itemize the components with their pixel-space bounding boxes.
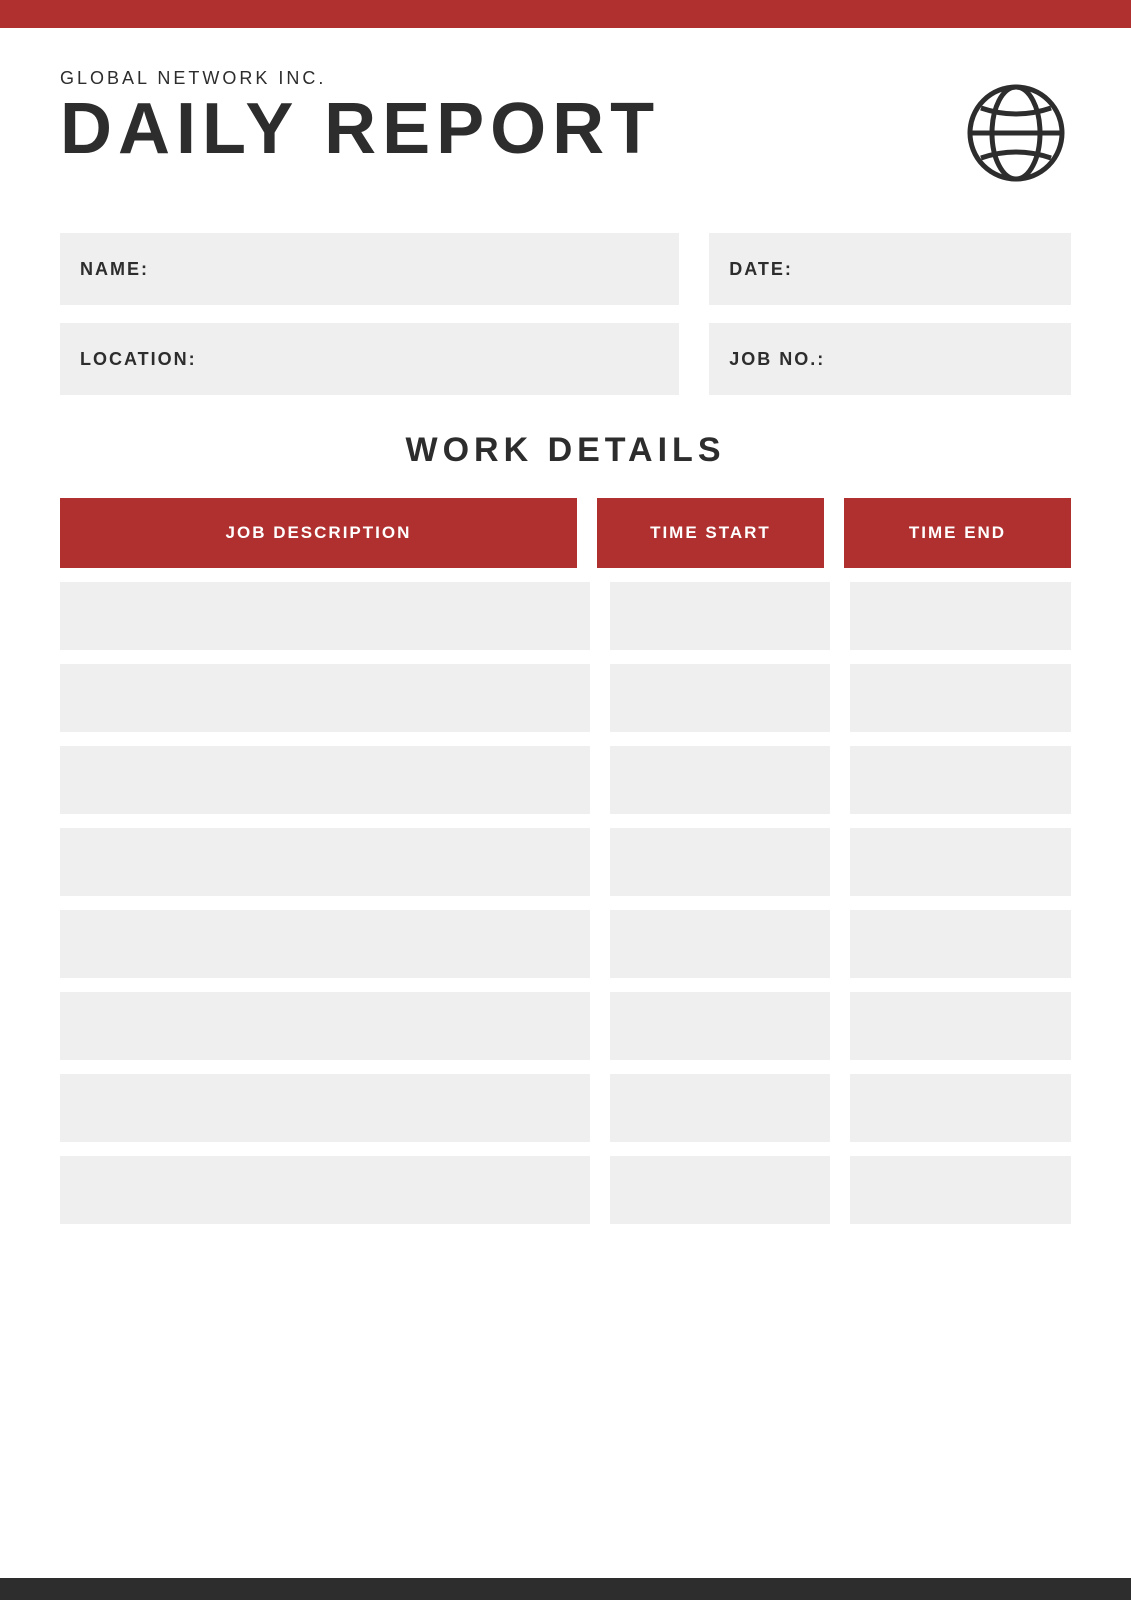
report-title: DAILY REPORT: [60, 93, 660, 165]
table-row: [60, 910, 1071, 978]
cell-description-4[interactable]: [60, 828, 590, 896]
cell-description-5[interactable]: [60, 910, 590, 978]
work-details-title: WORK DETAILS: [60, 431, 1071, 470]
col-header-description: JOB DESCRIPTION: [60, 498, 577, 568]
work-table: JOB DESCRIPTION TIME START TIME END: [60, 498, 1071, 1224]
job-no-field[interactable]: JOB NO.:: [709, 323, 1071, 395]
header-left: GLOBAL NETWORK INC. DAILY REPORT: [60, 68, 660, 165]
cell-time-start-1[interactable]: [610, 582, 831, 650]
cell-time-end-4[interactable]: [850, 828, 1071, 896]
col-header-time-start: TIME START: [597, 498, 824, 568]
cell-time-end-1[interactable]: [850, 582, 1071, 650]
table-row: [60, 1156, 1071, 1224]
cell-time-end-8[interactable]: [850, 1156, 1071, 1224]
location-label: LOCATION:: [80, 349, 197, 370]
cell-time-end-5[interactable]: [850, 910, 1071, 978]
field-row-2: LOCATION: JOB NO.:: [60, 323, 1071, 395]
cell-time-start-2[interactable]: [610, 664, 831, 732]
cell-time-start-8[interactable]: [610, 1156, 831, 1224]
header-section: GLOBAL NETWORK INC. DAILY REPORT: [60, 68, 1071, 193]
table-row: [60, 746, 1071, 814]
cell-time-start-3[interactable]: [610, 746, 831, 814]
cell-time-start-4[interactable]: [610, 828, 831, 896]
col-header-time-end: TIME END: [844, 498, 1071, 568]
field-row-1: NAME: DATE:: [60, 233, 1071, 305]
cell-time-end-6[interactable]: [850, 992, 1071, 1060]
table-row: [60, 1074, 1071, 1142]
globe-icon: [961, 68, 1071, 193]
company-name: GLOBAL NETWORK INC.: [60, 68, 660, 89]
bottom-bar: [0, 1578, 1131, 1600]
cell-time-end-3[interactable]: [850, 746, 1071, 814]
table-body: [60, 582, 1071, 1224]
table-row: [60, 992, 1071, 1060]
table-row: [60, 664, 1071, 732]
location-field[interactable]: LOCATION:: [60, 323, 679, 395]
cell-time-end-7[interactable]: [850, 1074, 1071, 1142]
date-field[interactable]: DATE:: [709, 233, 1071, 305]
cell-time-end-2[interactable]: [850, 664, 1071, 732]
table-row: [60, 828, 1071, 896]
cell-description-2[interactable]: [60, 664, 590, 732]
cell-time-start-7[interactable]: [610, 1074, 831, 1142]
cell-time-start-5[interactable]: [610, 910, 831, 978]
cell-description-3[interactable]: [60, 746, 590, 814]
table-header: JOB DESCRIPTION TIME START TIME END: [60, 498, 1071, 568]
table-row: [60, 582, 1071, 650]
cell-time-start-6[interactable]: [610, 992, 831, 1060]
name-field[interactable]: NAME:: [60, 233, 679, 305]
name-label: NAME:: [80, 259, 149, 280]
cell-description-1[interactable]: [60, 582, 590, 650]
cell-description-6[interactable]: [60, 992, 590, 1060]
page-content: GLOBAL NETWORK INC. DAILY REPORT NAME: D…: [0, 28, 1131, 1264]
date-label: DATE:: [729, 259, 793, 280]
cell-description-7[interactable]: [60, 1074, 590, 1142]
cell-description-8[interactable]: [60, 1156, 590, 1224]
job-no-label: JOB NO.:: [729, 349, 825, 370]
top-bar: [0, 0, 1131, 28]
